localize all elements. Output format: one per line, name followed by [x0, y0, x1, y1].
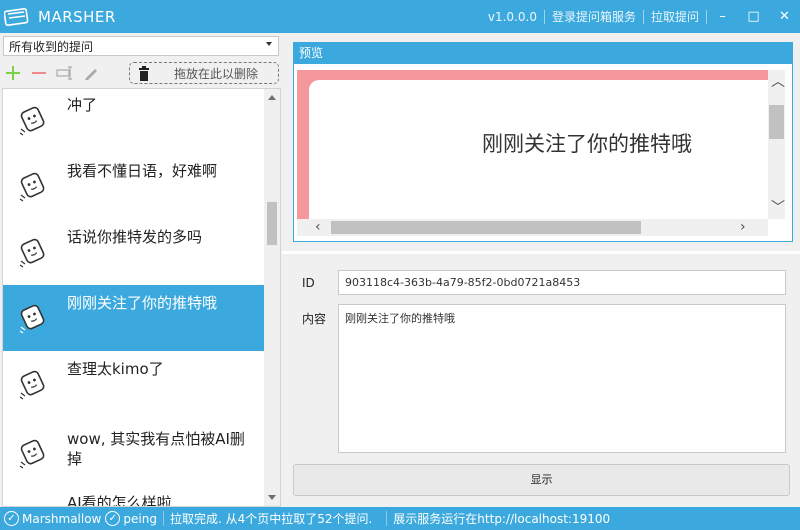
delete-drop-zone[interactable]: 拖放在此以删除: [129, 62, 279, 84]
list-item-text: 冲了: [67, 96, 98, 114]
marshmallow-avatar-icon: [19, 172, 45, 202]
drop-zone-label: 拖放在此以删除: [173, 66, 258, 81]
edit-button[interactable]: [78, 61, 104, 85]
account-name: Marshmallow: [22, 511, 102, 526]
app-title: MARSHER: [38, 7, 116, 26]
preview-horizontal-scrollbar[interactable]: ‹ ›: [297, 219, 768, 236]
show-button[interactable]: 显示: [293, 464, 790, 496]
content-field[interactable]: 刚刚关注了你的推特哦: [338, 304, 786, 453]
title-bar: MARSHER v1.0.0.0 登录提问箱服务 拉取提问 – □ ✕: [0, 0, 800, 33]
scrollbar-thumb[interactable]: [267, 202, 277, 245]
text-cursor-icon: [56, 66, 72, 80]
scroll-up-icon[interactable]: [268, 95, 276, 100]
section-divider: [282, 251, 800, 254]
marshmallow-logo-icon: [4, 7, 29, 26]
check-circle-icon: ✓: [4, 511, 19, 526]
marshmallow-avatar-icon: [19, 439, 45, 469]
preview-text: 刚刚关注了你的推特哦: [482, 132, 692, 156]
list-item[interactable]: 话说你推特发的多吗: [3, 219, 266, 285]
chevron-down-icon: [266, 42, 272, 46]
scrollbar-thumb[interactable]: [331, 221, 641, 234]
scroll-up-icon[interactable]: ︿: [771, 75, 785, 89]
list-item[interactable]: 查理太kimo了: [3, 351, 266, 417]
login-service-button[interactable]: 登录提问箱服务: [545, 8, 643, 25]
status-bar: ✓ Marshmallow ✓ peing 拉取完成. 从4个页中拉取了52个提…: [0, 507, 800, 530]
add-question-button[interactable]: [0, 61, 26, 85]
plus-icon: [6, 66, 20, 80]
scroll-down-icon[interactable]: [268, 495, 276, 500]
minus-icon: [32, 72, 46, 74]
status-separator: [162, 511, 164, 526]
scroll-down-icon[interactable]: ﹀: [771, 201, 785, 215]
list-item[interactable]: AI看的怎么样啦: [3, 487, 266, 507]
version-label: v1.0.0.0: [487, 9, 537, 24]
preview-image: 刚刚关注了你的推特哦: [297, 70, 768, 219]
remove-question-button[interactable]: [26, 61, 52, 85]
scroll-left-icon[interactable]: ‹: [315, 220, 321, 234]
preview-vertical-scrollbar[interactable]: ︿ ﹀: [768, 70, 785, 219]
minimize-button[interactable]: –: [707, 9, 738, 24]
check-circle-icon: ✓: [105, 511, 121, 526]
question-filter-value: 所有收到的提问: [9, 39, 94, 54]
trash-icon: [134, 65, 154, 81]
list-item-text: AI看的怎么样啦: [67, 494, 172, 507]
account-status: ✓ Marshmallow: [4, 511, 101, 526]
list-toolbar: 拖放在此以删除: [0, 60, 282, 86]
detail-panel: 预览 刚刚关注了你的推特哦 ︿ ﹀ ‹ › ID 903118c4-363b-4…: [282, 33, 800, 507]
maximize-button[interactable]: □: [738, 9, 769, 24]
list-item-text: 我看不懂日语，好难啊: [67, 162, 218, 180]
fetch-status-text: 拉取完成. 从4个页中拉取了52个提问.: [169, 512, 373, 526]
list-item-text: 话说你推特发的多吗: [67, 228, 203, 246]
account-status: ✓ peing: [105, 511, 157, 526]
list-scrollbar[interactable]: [264, 89, 280, 506]
marshmallow-avatar-icon: [19, 304, 45, 334]
rename-button[interactable]: [52, 61, 78, 85]
list-item-text: 查理太kimo了: [67, 360, 164, 378]
question-list[interactable]: 冲了 我看不懂日语，好难啊 话说你推特发的多吗 刚刚关注了你的推特哦 查理太ki…: [2, 88, 281, 507]
server-status-text: 展示服务运行在http://localhost:19100: [393, 512, 611, 526]
pencil-icon: [85, 69, 97, 80]
question-sidebar: 所有收到的提问 拖放在此以删除 冲了 我看不懂日语，好难啊 话说你推特发的多吗 …: [0, 33, 282, 507]
preview-header: 预览: [294, 43, 792, 64]
fetch-questions-button[interactable]: 拉取提问: [644, 8, 706, 25]
list-item[interactable]: 我看不懂日语，好难啊: [3, 153, 266, 219]
question-filter-select[interactable]: 所有收到的提问: [3, 36, 279, 56]
list-item-selected[interactable]: 刚刚关注了你的推特哦: [3, 285, 266, 351]
marshmallow-avatar-icon: [19, 238, 45, 268]
content-label: 内容: [302, 312, 327, 326]
list-item[interactable]: 冲了: [3, 89, 266, 153]
scroll-right-icon[interactable]: ›: [740, 220, 746, 234]
status-separator: [386, 511, 388, 526]
scrollbar-thumb[interactable]: [769, 105, 784, 139]
list-item[interactable]: wow, 其实我有点怕被AI删掉: [3, 417, 266, 487]
marshmallow-avatar-icon: [19, 370, 45, 400]
preview-bubble: 刚刚关注了你的推特哦: [309, 80, 768, 219]
list-item-text: 刚刚关注了你的推特哦: [67, 294, 218, 312]
marshmallow-avatar-icon: [19, 106, 45, 136]
list-item-text: wow, 其实我有点怕被AI删掉: [67, 430, 245, 468]
close-button[interactable]: ✕: [769, 9, 800, 24]
id-label: ID: [302, 276, 315, 290]
id-field[interactable]: 903118c4-363b-4a79-85f2-0bd0721a8453: [338, 270, 786, 295]
account-name: peing: [123, 511, 157, 526]
preview-panel: 预览 刚刚关注了你的推特哦 ︿ ﹀ ‹ ›: [293, 42, 793, 242]
